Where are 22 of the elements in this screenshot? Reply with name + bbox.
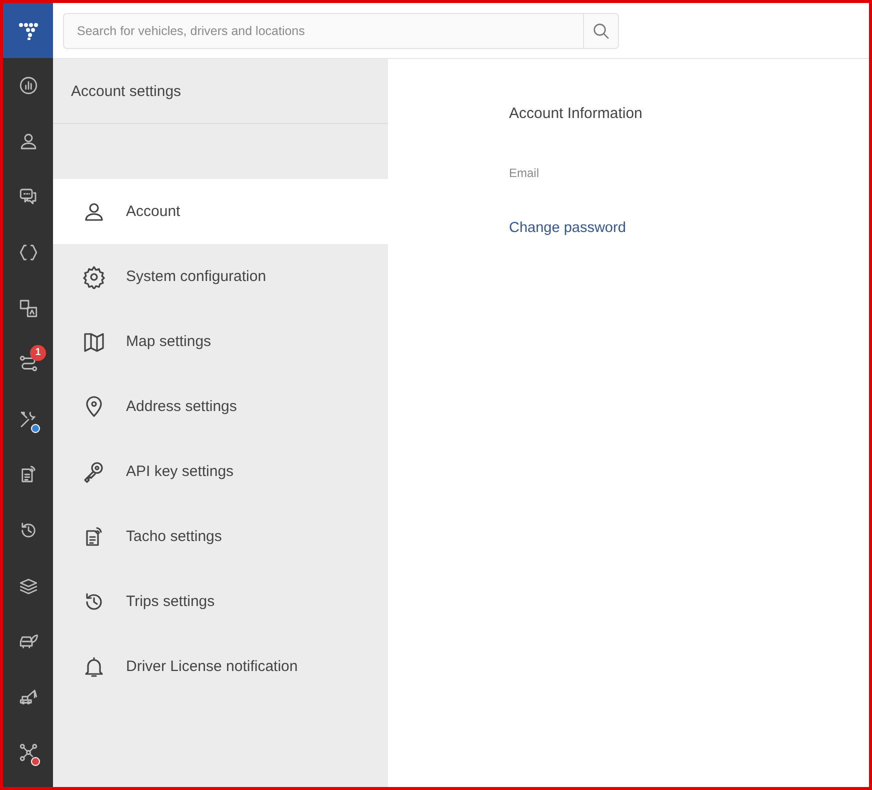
field-label: Email: [509, 166, 540, 180]
search-button[interactable]: [583, 12, 619, 48]
settings-menu-item[interactable]: Map settings: [53, 309, 388, 374]
key-icon: [82, 460, 106, 484]
settings-menu-item[interactable]: Trips settings: [53, 569, 388, 634]
settings-menu-item[interactable]: Driver License notification: [53, 634, 388, 699]
settings-icon: [82, 264, 106, 288]
settings-menu-item[interactable]: Tacho settings: [53, 504, 388, 569]
rail-button[interactable]: 1: [3, 336, 53, 392]
logo-icon: [18, 22, 38, 40]
settings-menu-item[interactable]: System configuration: [53, 244, 388, 309]
network-icon: [18, 742, 38, 764]
notification-badge: 1: [30, 344, 46, 361]
section-title: Account Information: [509, 105, 642, 122]
settings-menu-item[interactable]: Address settings: [53, 374, 388, 439]
change-password-link[interactable]: Change password: [509, 220, 626, 236]
logo-tile[interactable]: [3, 3, 53, 58]
search-field[interactable]: Search for vehicles, drivers and locations: [63, 12, 583, 48]
settings-menu-item[interactable]: API key settings: [53, 439, 388, 504]
chart-icon: [18, 75, 38, 96]
settings-menu-item[interactable]: Account: [53, 179, 388, 244]
search-icon: [591, 20, 611, 40]
